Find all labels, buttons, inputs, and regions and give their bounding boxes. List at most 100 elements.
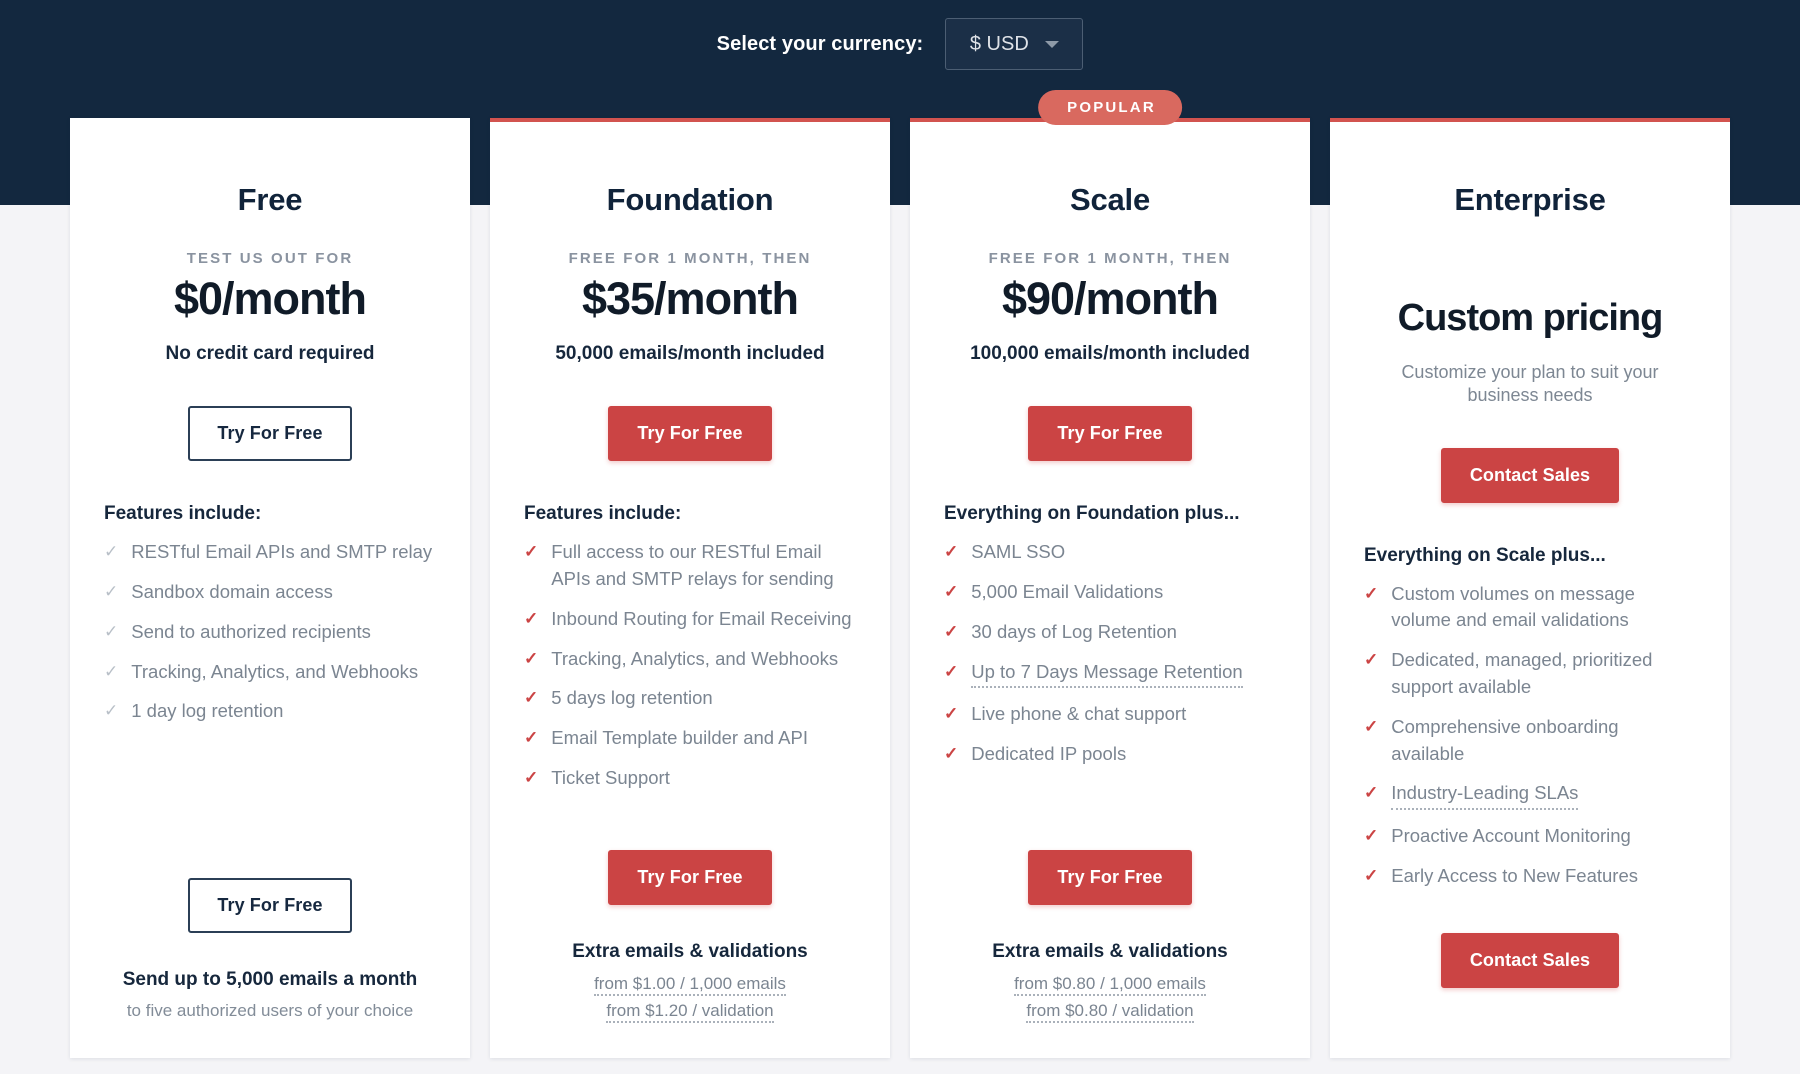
pricing-cards-row: Free Test us out for $0/month No credit car… — [70, 90, 1730, 1058]
price-note: 100,000 emails/month included — [970, 342, 1250, 364]
check-icon: ✓ — [944, 621, 959, 641]
footer-title: Extra emails & validations — [992, 940, 1228, 962]
check-icon: ✓ — [524, 542, 539, 562]
primary-cta-button[interactable]: Try For Free — [608, 406, 772, 462]
feature-item: ✓ Tracking, Analytics, and Webhooks — [104, 659, 436, 686]
feature-item: ✓ Comprehensive onboarding available — [1364, 714, 1696, 768]
popular-badge: POPULAR — [1038, 90, 1182, 125]
check-icon: ✓ — [524, 768, 539, 788]
price-kicker: Test us out for — [186, 250, 354, 267]
price: $90/month — [1001, 273, 1219, 324]
features-title: Features include: — [104, 503, 262, 525]
check-icon: ✓ — [524, 648, 539, 668]
footer-rate-link[interactable]: from $0.80 / 1,000 emails — [944, 970, 1276, 997]
features-block: Features include: ✓ Full access to our RES… — [524, 503, 856, 805]
footer-rate-link[interactable]: from $0.80 / validation — [944, 997, 1276, 1024]
check-icon: ✓ — [944, 704, 959, 724]
feature-label: Early Access to New Features — [1391, 865, 1639, 887]
feature-label: Proactive Account Monitoring — [1391, 825, 1631, 847]
feature-label: Send to authorized recipients — [131, 620, 371, 642]
feature-label: Full access to our RESTful Email APIs an… — [551, 541, 834, 589]
primary-cta-wrap: Contact Sales — [1364, 447, 1696, 503]
footer-title: Extra emails & validations — [572, 940, 808, 962]
feature-item: ✓ Tracking, Analytics, and Webhooks — [524, 646, 856, 673]
plan-name: Foundation — [606, 182, 774, 217]
feature-item: ✓ Sandbox domain access — [104, 579, 436, 606]
check-icon: ✓ — [524, 608, 539, 628]
feature-item: ✓ Custom volumes on message volume and em… — [1364, 581, 1696, 635]
chevron-down-icon — [1044, 40, 1059, 48]
feature-item: ✓ Full access to our RESTful Email APIs a… — [524, 539, 856, 593]
feature-label: 1 day log retention — [131, 700, 284, 722]
footer-rate-text: from $1.20 / validation — [606, 1000, 774, 1023]
feature-item[interactable]: ✓ Up to 7 Days Message Retention — [944, 659, 1276, 689]
check-icon: ✓ — [1364, 716, 1379, 736]
feature-list: ✓ RESTful Email APIs and SMTP relay ✓ Sandb… — [104, 539, 436, 725]
check-icon: ✓ — [1364, 583, 1379, 603]
feature-label: Inbound Routing for Email Receiving — [551, 607, 852, 629]
primary-cta-button[interactable]: Contact Sales — [1440, 447, 1620, 503]
features-block: Features include: ✓ RESTful Email APIs and… — [104, 503, 436, 738]
currency-select[interactable]: $ USD — [945, 18, 1084, 70]
secondary-cta-button[interactable]: Try For Free — [1028, 849, 1192, 905]
primary-cta-button[interactable]: Try For Free — [1028, 406, 1192, 462]
feature-label: Live phone & chat support — [971, 703, 1187, 725]
primary-cta-button[interactable]: Try For Free — [188, 406, 352, 462]
feature-label: Up to 7 Days Message Retention — [971, 659, 1243, 689]
footer-title: Send up to 5,000 emails a month — [122, 968, 418, 990]
feature-label: Email Template builder and API — [551, 727, 809, 749]
secondary-cta-wrap: Try For Free — [944, 849, 1276, 905]
footer-rate-text: from $0.80 / validation — [1026, 1000, 1194, 1023]
feature-item: ✓ SAML SSO — [944, 539, 1276, 566]
feature-label: Industry-Leading SLAs — [1391, 780, 1579, 811]
price-note: No credit card required — [165, 342, 375, 364]
feature-label: 5,000 Email Validations — [971, 581, 1164, 602]
currency-select-value: $ USD — [969, 32, 1029, 55]
feature-label: Custom volumes on message volume and ema… — [1391, 582, 1635, 631]
feature-item: ✓ Send to authorized recipients — [104, 619, 436, 646]
feature-label: SAML SSO — [971, 541, 1066, 563]
currency-selector-bar: Select your currency: $ USD — [0, 0, 1800, 88]
footer-rate-link[interactable]: from $1.00 / 1,000 emails — [524, 970, 856, 997]
primary-cta-wrap: Try For Free — [944, 406, 1276, 462]
feature-item: ✓ Early Access to New Features — [1364, 863, 1696, 890]
currency-label: Select your currency: — [716, 32, 924, 55]
feature-label: Ticket Support — [551, 767, 670, 789]
secondary-cta-button[interactable]: Try For Free — [608, 849, 772, 905]
footer-rate-link[interactable]: from $1.20 / validation — [524, 997, 856, 1024]
secondary-cta-button[interactable]: Contact Sales — [1440, 933, 1620, 988]
feature-list: ✓ SAML SSO ✓ 5,000 Email Validations ✓ 30 day… — [944, 539, 1276, 768]
check-icon: ✓ — [1364, 783, 1379, 803]
feature-item: ✓ Proactive Account Monitoring — [1364, 823, 1696, 850]
feature-item: ✓ Dedicated, managed, prioritized support… — [1364, 647, 1696, 701]
check-icon: ✓ — [1364, 826, 1379, 846]
primary-cta-wrap: Try For Free — [524, 406, 856, 462]
check-icon: ✓ — [104, 701, 119, 721]
pricing-card-enterprise: Enterprise Custom pricing Customize your p… — [1330, 118, 1730, 1058]
footer-rate-text: from $1.00 / 1,000 emails — [594, 973, 786, 996]
feature-label: Tracking, Analytics, and Webhooks — [551, 647, 839, 669]
features-block: Everything on Foundation plus... ✓ SAML SS… — [944, 503, 1276, 781]
feature-item: ✓ 30 days of Log Retention — [944, 619, 1276, 646]
card-footer: Try For Free Extra emails & validations fr… — [944, 849, 1276, 1058]
secondary-cta-button[interactable]: Try For Free — [188, 877, 352, 933]
price-kicker: Free for 1 month, then — [568, 250, 812, 267]
check-icon: ✓ — [104, 621, 119, 641]
features-block: Everything on Scale plus... ✓ Custom volum… — [1364, 545, 1696, 903]
feature-label: Dedicated, managed, prioritized support … — [1391, 649, 1653, 698]
check-icon: ✓ — [524, 688, 539, 708]
check-icon: ✓ — [944, 744, 959, 764]
plan-name: Scale — [1069, 182, 1150, 217]
feature-item: ✓ 1 day log retention — [104, 698, 436, 725]
check-icon: ✓ — [104, 661, 119, 681]
card-footer: Try For Free Extra emails & validations fr… — [524, 849, 856, 1058]
price-kicker — [1364, 250, 1696, 268]
secondary-cta-wrap: Contact Sales — [1364, 933, 1696, 988]
feature-item: ✓ Email Template builder and API — [524, 725, 856, 752]
feature-item[interactable]: ✓ Industry-Leading SLAs — [1364, 780, 1696, 811]
feature-label: Comprehensive onboarding available — [1391, 715, 1619, 764]
